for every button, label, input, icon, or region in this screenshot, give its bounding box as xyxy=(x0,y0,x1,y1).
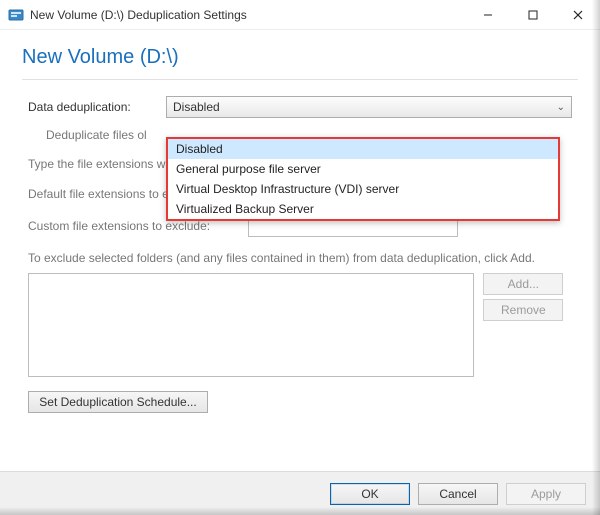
content-area: New Volume (D:\) Data deduplication: Dis… xyxy=(0,30,600,427)
exclude-folders-note: To exclude selected folders (and any fil… xyxy=(28,251,572,265)
dedup-option-vdi[interactable]: Virtual Desktop Infrastructure (VDI) ser… xyxy=(168,179,558,199)
ok-button[interactable]: OK xyxy=(330,483,410,505)
window-title: New Volume (D:\) Deduplication Settings xyxy=(30,8,465,22)
dedup-option-general[interactable]: General purpose file server xyxy=(168,159,558,179)
chevron-down-icon: ⌄ xyxy=(557,102,565,113)
divider xyxy=(22,79,578,80)
dedup-select-value: Disabled xyxy=(173,100,220,114)
maximize-button[interactable] xyxy=(510,0,555,30)
close-button[interactable] xyxy=(555,0,600,30)
minimize-button[interactable] xyxy=(465,0,510,30)
cancel-button[interactable]: Cancel xyxy=(418,483,498,505)
dedup-label: Data deduplication: xyxy=(28,100,166,114)
set-schedule-button[interactable]: Set Deduplication Schedule... xyxy=(28,391,208,413)
remove-folder-button[interactable]: Remove xyxy=(483,299,563,321)
excluded-folders-list[interactable] xyxy=(28,273,474,377)
dedup-option-backup[interactable]: Virtualized Backup Server xyxy=(168,199,558,219)
titlebar: New Volume (D:\) Deduplication Settings xyxy=(0,0,600,30)
page-title: New Volume (D:\) xyxy=(22,46,578,69)
window-controls xyxy=(465,0,600,29)
add-folder-button[interactable]: Add... xyxy=(483,273,563,295)
dedup-option-disabled[interactable]: Disabled xyxy=(168,139,558,159)
apply-button[interactable]: Apply xyxy=(506,483,586,505)
app-icon xyxy=(8,7,24,23)
dedup-select[interactable]: Disabled ⌄ xyxy=(166,96,572,118)
dedup-dropdown-list[interactable]: Disabled General purpose file server Vir… xyxy=(166,137,560,221)
dialog-footer: OK Cancel Apply xyxy=(0,471,600,515)
